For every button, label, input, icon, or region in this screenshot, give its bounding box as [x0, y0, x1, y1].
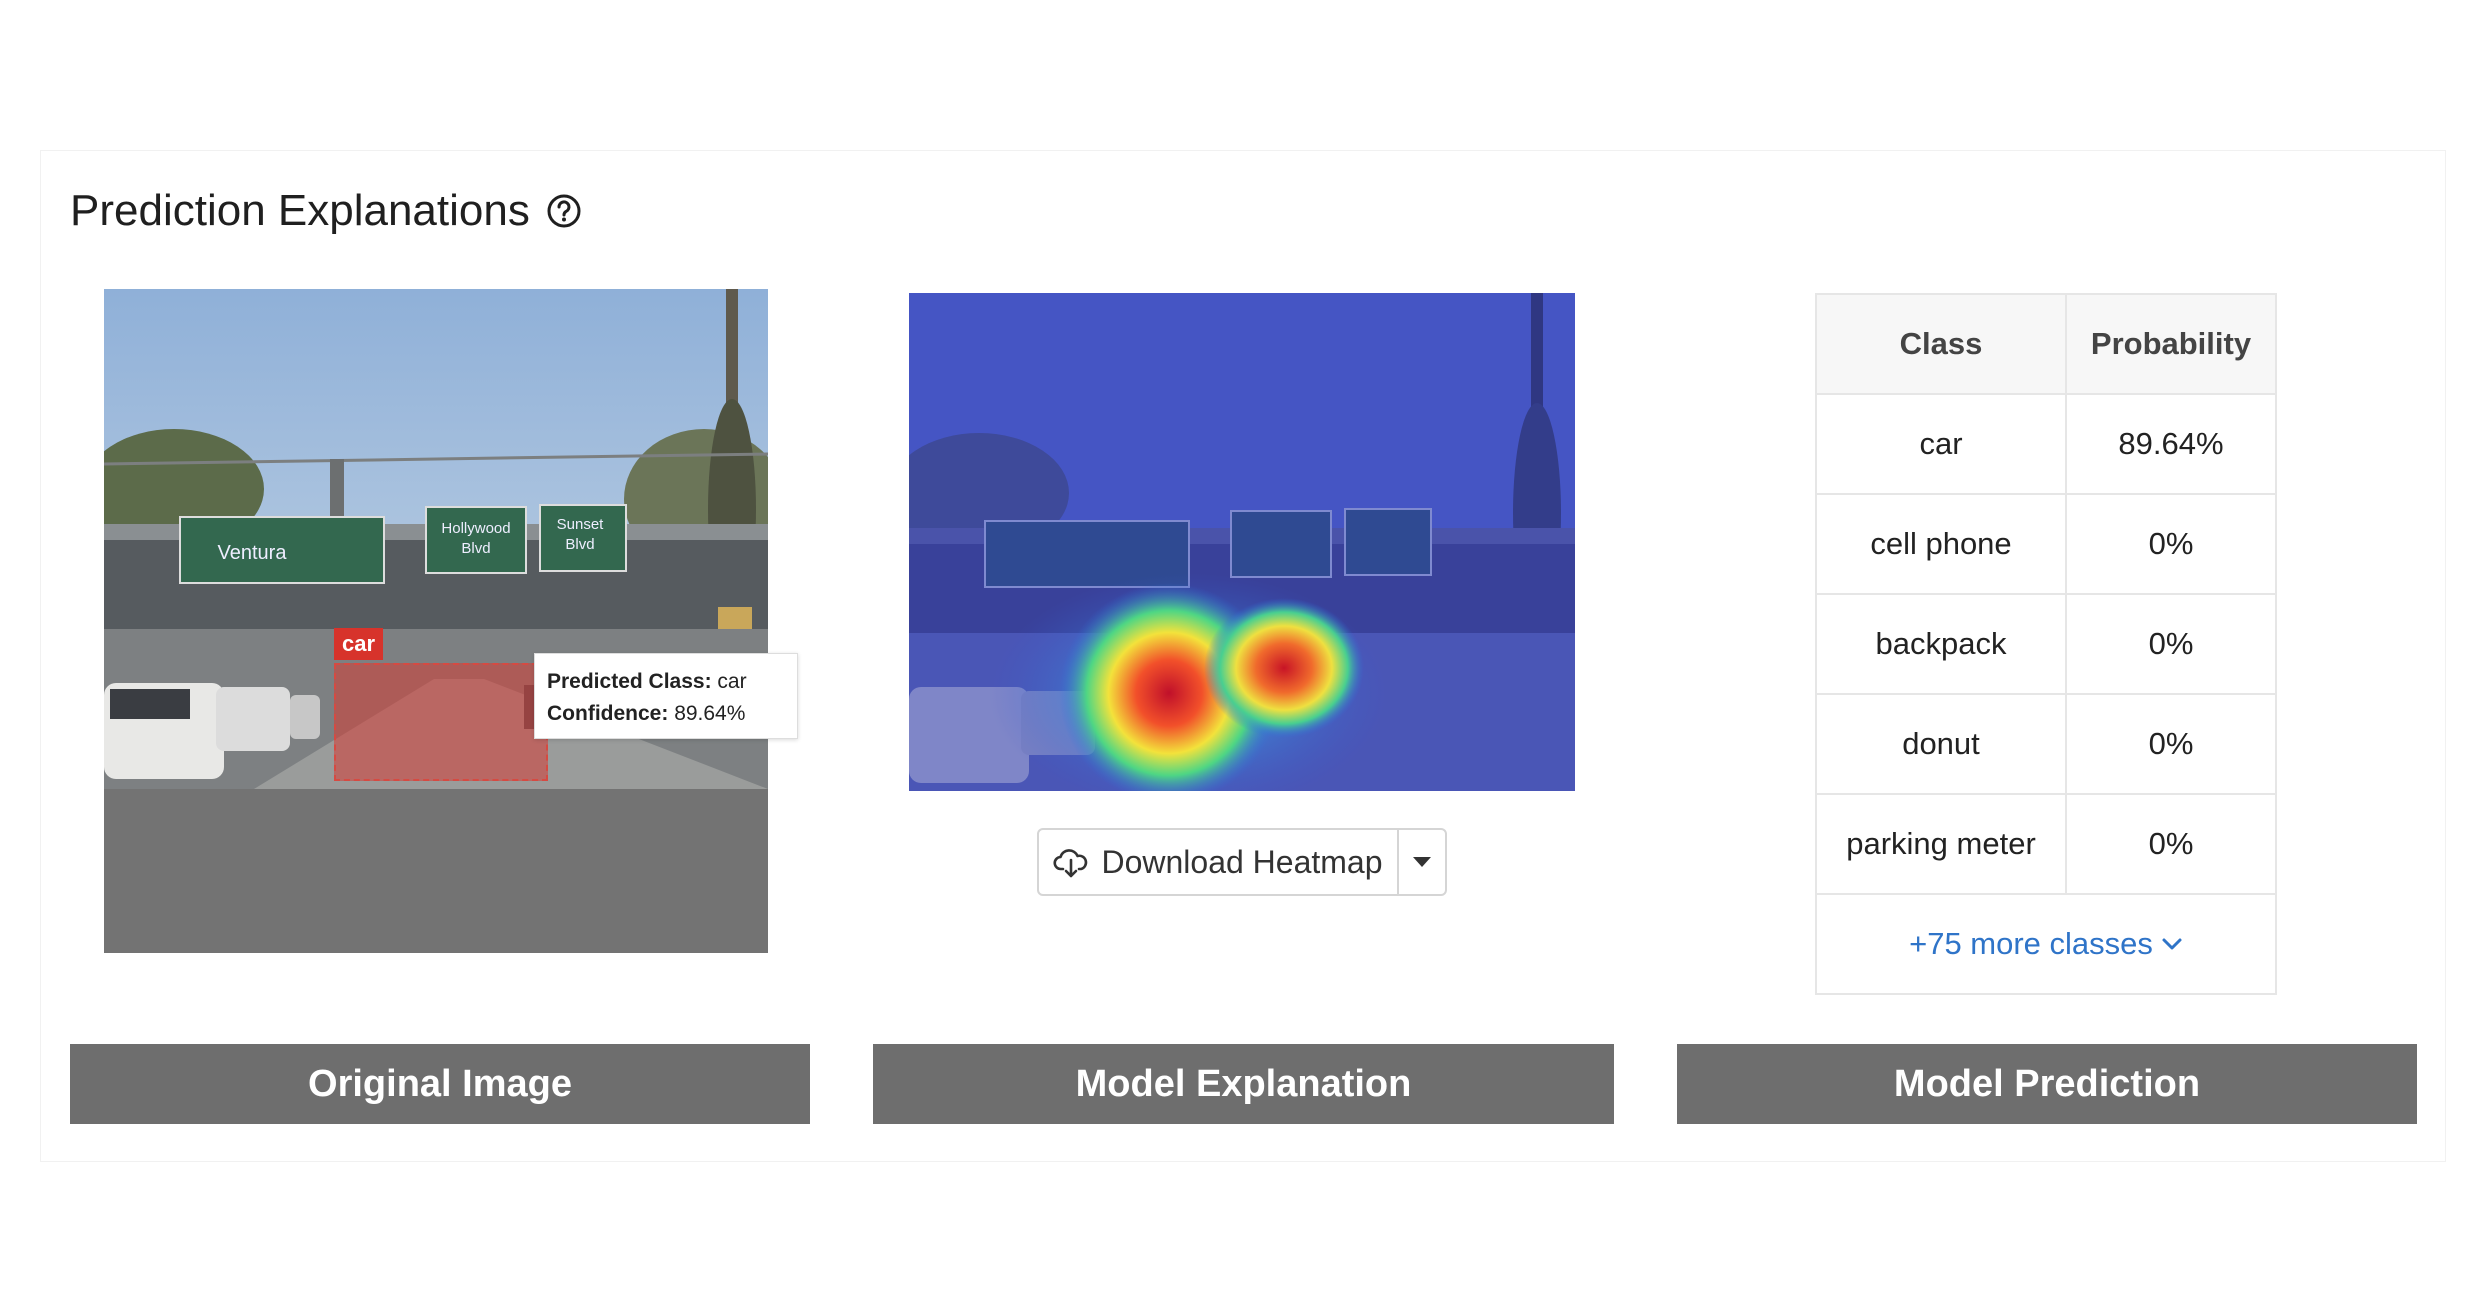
- model-explanation-heatmap: [909, 293, 1575, 791]
- table-row: cell phone 0%: [1815, 493, 2277, 595]
- more-classes-row: +75 more classes: [1815, 893, 2277, 995]
- more-classes-link[interactable]: +75 more classes: [1909, 926, 2183, 962]
- heatmap-image: [909, 293, 1575, 791]
- table-row: parking meter 0%: [1815, 793, 2277, 895]
- cloud-download-icon: [1053, 849, 1088, 878]
- download-heatmap-split-button: Download Heatmap: [1037, 828, 1447, 896]
- tooltip-class-label: Predicted Class:: [547, 670, 712, 693]
- sign-ventura: Ventura: [218, 542, 288, 564]
- bbox-label: car: [334, 628, 384, 660]
- section-title-text: Prediction Explanations: [70, 186, 530, 235]
- row-probability: 0%: [2065, 593, 2277, 695]
- caption-original-image: Original Image: [70, 1044, 810, 1124]
- header-probability: Probability: [2065, 293, 2277, 395]
- row-class: car: [1815, 393, 2067, 495]
- row-probability: 89.64%: [2065, 393, 2277, 495]
- row-class: backpack: [1815, 593, 2067, 695]
- tooltip-class-value: car: [717, 670, 747, 693]
- section-title: Prediction Explanations: [70, 186, 584, 236]
- caret-down-icon: [1413, 857, 1431, 867]
- original-image-view: Ventura Hollywood Blvd Sunset Blvd car P…: [104, 289, 798, 953]
- row-class: cell phone: [1815, 493, 2067, 595]
- detection-bbox[interactable]: [334, 663, 548, 781]
- sign-sunset: Sunset: [557, 516, 605, 533]
- sign-hollywood: Hollywood: [441, 520, 510, 537]
- caption-model-prediction: Model Prediction: [1677, 1044, 2417, 1124]
- more-classes-cell: +75 more classes: [1815, 893, 2277, 995]
- sign-hollywood-blvd: Blvd: [461, 540, 490, 557]
- row-class: parking meter: [1815, 793, 2067, 895]
- row-class: donut: [1815, 693, 2067, 795]
- download-heatmap-label: Download Heatmap: [1101, 843, 1383, 880]
- header-class: Class: [1815, 293, 2067, 395]
- sign-sunset-blvd: Blvd: [565, 536, 594, 553]
- download-heatmap-button[interactable]: Download Heatmap: [1039, 830, 1399, 894]
- row-probability: 0%: [2065, 693, 2277, 795]
- caption-model-explanation: Model Explanation: [873, 1044, 1614, 1124]
- table-row: donut 0%: [1815, 693, 2277, 795]
- question-circle-icon[interactable]: [544, 191, 584, 231]
- prediction-tooltip: Predicted Class: car Confidence: 89.64%: [534, 653, 798, 739]
- tooltip-confidence-label: Confidence:: [547, 702, 669, 725]
- more-classes-label: +75 more classes: [1909, 926, 2153, 961]
- tooltip-confidence-value: 89.64%: [674, 702, 746, 725]
- download-options-toggle[interactable]: [1399, 830, 1445, 894]
- row-probability: 0%: [2065, 493, 2277, 595]
- table-header-row: Class Probability: [1815, 293, 2277, 395]
- image-padding: [104, 789, 768, 953]
- table-row: car 89.64%: [1815, 393, 2277, 495]
- row-probability: 0%: [2065, 793, 2277, 895]
- chevron-down-icon: [2162, 938, 2182, 950]
- prediction-table: Class Probability car 89.64% cell phone …: [1815, 293, 2277, 995]
- table-row: backpack 0%: [1815, 593, 2277, 695]
